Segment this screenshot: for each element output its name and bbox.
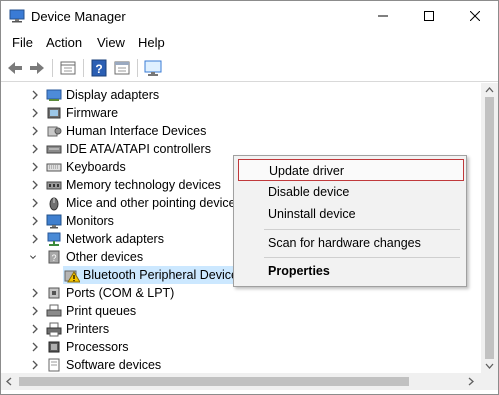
menu-separator xyxy=(264,257,460,258)
vertical-scrollbar[interactable] xyxy=(481,83,498,373)
chevron-right-icon xyxy=(32,360,38,370)
chevron-right-icon xyxy=(32,216,38,226)
chevron-right-icon xyxy=(32,108,38,118)
keyboard-icon xyxy=(46,163,62,172)
scrollbar-corner xyxy=(481,373,498,390)
processor-icon xyxy=(48,341,60,353)
disable-device-menu-item[interactable]: Disable device xyxy=(234,181,466,203)
other-devices-icon: ? xyxy=(48,250,60,264)
chevron-down-icon xyxy=(30,255,36,259)
device-manager-window: Device Manager File Action View Help ? D… xyxy=(0,0,499,395)
back-icon[interactable] xyxy=(5,58,25,78)
maximize-icon xyxy=(424,11,434,21)
details-icon[interactable] xyxy=(112,58,132,78)
device-manager-icon xyxy=(9,9,25,23)
port-icon xyxy=(48,287,60,299)
uninstall-device-menu-item[interactable]: Uninstall device xyxy=(234,203,466,225)
firmware-icon xyxy=(47,107,61,119)
scroll-right-icon xyxy=(468,377,474,386)
warning-device-icon xyxy=(64,270,80,283)
network-adapter-icon xyxy=(47,232,61,246)
menu-help[interactable]: Help xyxy=(138,35,165,50)
update-driver-menu-item[interactable]: Update driver xyxy=(238,159,464,181)
scroll-up-icon xyxy=(485,87,494,93)
mouse-icon xyxy=(49,197,59,211)
toolbar: ? xyxy=(1,55,498,82)
chevron-right-icon xyxy=(32,342,38,352)
chevron-right-icon xyxy=(32,144,38,154)
svg-text:?: ? xyxy=(51,253,56,263)
chevron-right-icon xyxy=(32,234,38,244)
tree-item-printers[interactable]: Printers xyxy=(1,320,498,338)
menu-bar: File Action View Help xyxy=(1,33,498,53)
display-adapter-icon xyxy=(46,89,62,101)
tree-item-processors[interactable]: Processors xyxy=(1,338,498,356)
title-bar[interactable]: Device Manager xyxy=(1,1,498,31)
horizontal-scrollbar[interactable] xyxy=(1,373,481,390)
horizontal-scroll-thumb[interactable] xyxy=(19,377,409,386)
chevron-right-icon xyxy=(32,162,38,172)
chevron-right-icon xyxy=(32,126,38,136)
hid-icon xyxy=(47,126,62,137)
tree-item-human-interface-devices[interactable]: Human Interface Devices xyxy=(1,122,498,140)
svg-text:?: ? xyxy=(95,62,102,76)
context-menu: Update driver Disable device Uninstall d… xyxy=(233,155,467,287)
scroll-down-icon xyxy=(485,363,494,369)
monitor-icon xyxy=(46,214,62,229)
properties-view-icon[interactable] xyxy=(58,58,78,78)
tree-item-display-adapters[interactable]: Display adapters xyxy=(1,86,498,104)
scroll-left-icon xyxy=(6,377,12,386)
maximize-button[interactable] xyxy=(406,1,452,31)
window-title: Device Manager xyxy=(31,9,126,24)
chevron-right-icon xyxy=(32,90,38,100)
ide-controller-icon xyxy=(46,145,62,154)
chevron-right-icon xyxy=(32,324,38,334)
printer-icon xyxy=(46,322,62,337)
menu-separator xyxy=(264,229,460,230)
chevron-right-icon xyxy=(32,306,38,316)
minimize-button[interactable] xyxy=(360,1,406,31)
forward-icon[interactable] xyxy=(27,58,47,78)
tree-item-print-queues[interactable]: Print queues xyxy=(1,302,498,320)
chevron-right-icon xyxy=(32,180,38,190)
software-device-icon xyxy=(48,358,60,372)
minimize-icon xyxy=(378,15,388,17)
scan-hardware-menu-item[interactable]: Scan for hardware changes xyxy=(234,232,466,254)
tree-item-firmware[interactable]: Firmware xyxy=(1,104,498,122)
tree-item-software-devices[interactable]: Software devices xyxy=(1,356,498,373)
menu-action[interactable]: Action xyxy=(46,35,82,50)
menu-file[interactable]: File xyxy=(12,35,33,50)
properties-menu-item[interactable]: Properties xyxy=(234,260,466,282)
print-queue-icon xyxy=(46,304,62,317)
memory-icon xyxy=(46,181,62,190)
close-icon xyxy=(470,11,480,21)
vertical-scroll-thumb[interactable] xyxy=(485,97,494,359)
monitor-scan-icon[interactable] xyxy=(143,58,163,78)
menu-view[interactable]: View xyxy=(97,35,125,50)
chevron-right-icon xyxy=(32,288,38,298)
close-button[interactable] xyxy=(452,1,498,31)
help-icon[interactable]: ? xyxy=(89,58,109,78)
chevron-right-icon xyxy=(32,198,38,208)
